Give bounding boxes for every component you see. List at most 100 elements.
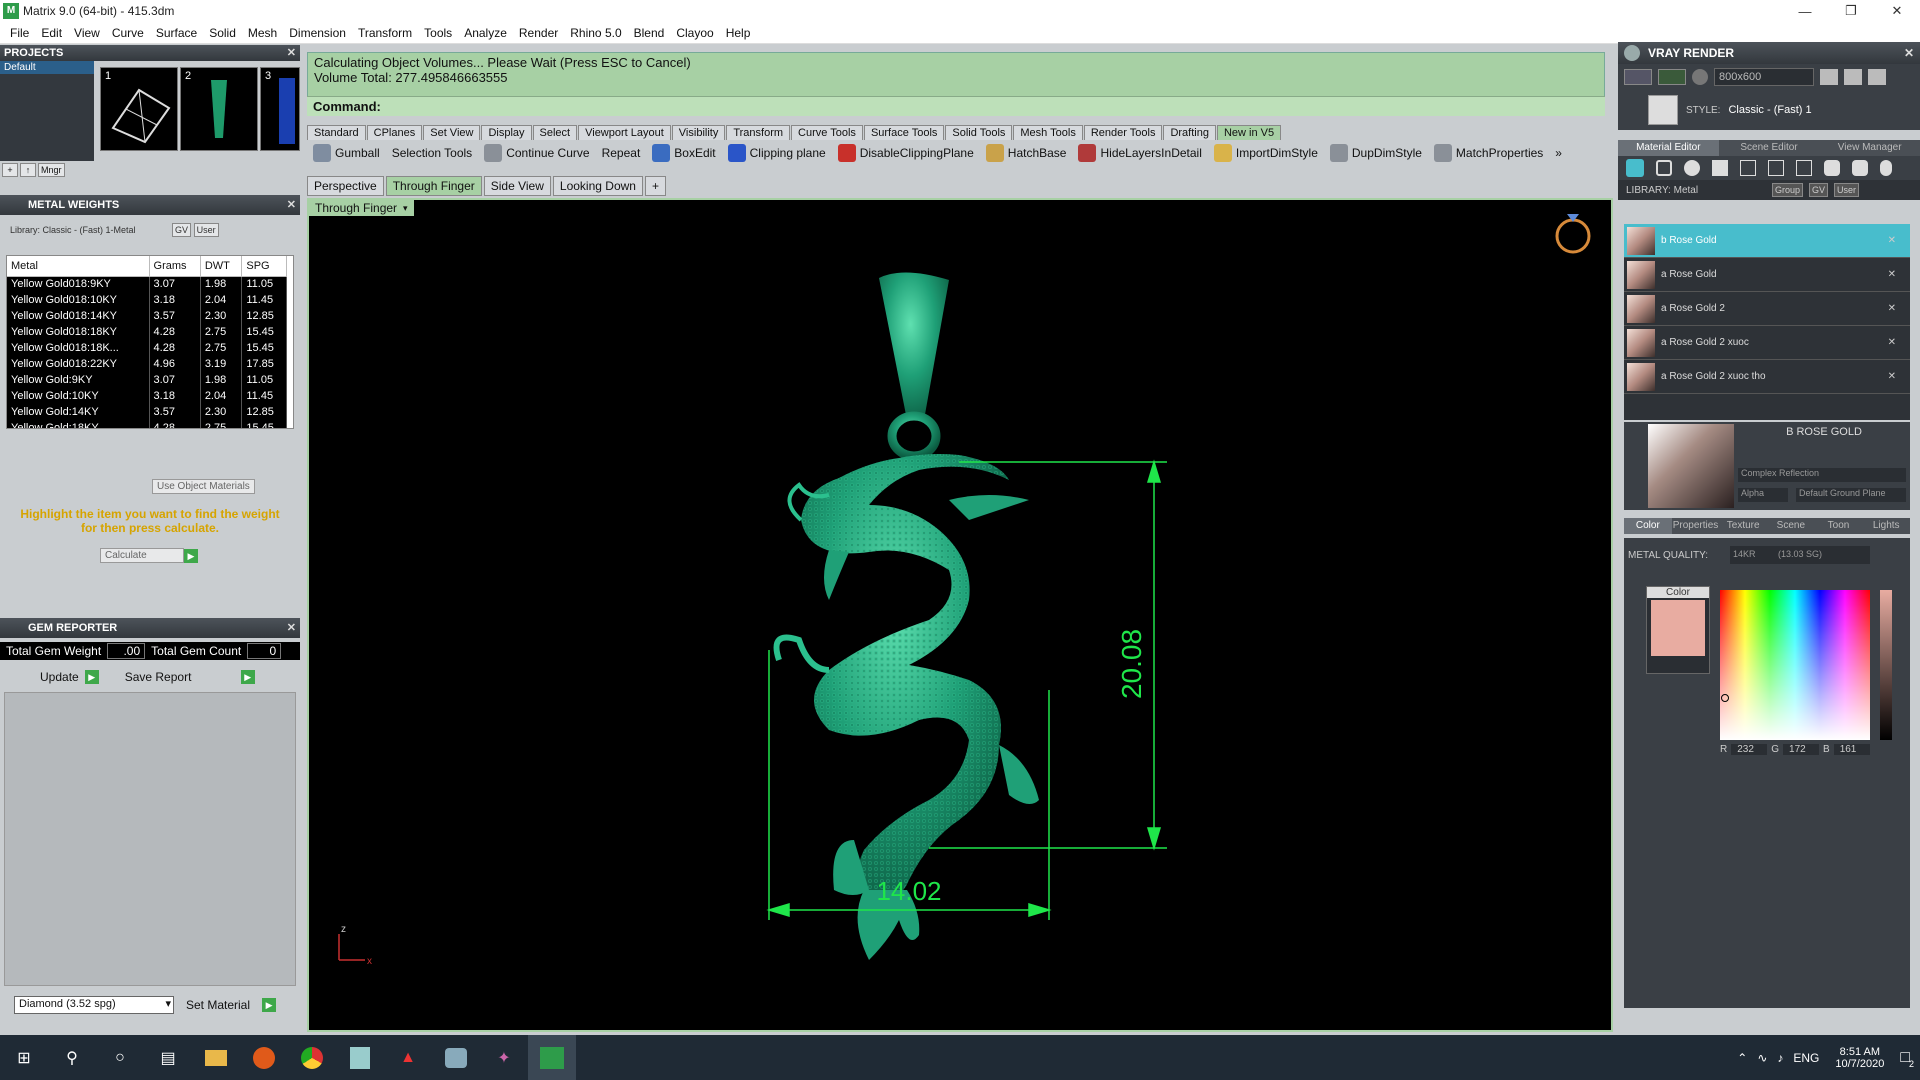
col-spg[interactable]: SPG [241,256,287,277]
close-icon[interactable]: ✕ [1874,0,1920,22]
tab-view-manager[interactable]: View Manager [1819,140,1920,156]
r-input[interactable]: 232 [1731,744,1768,755]
save-report-button[interactable]: Save Report [125,670,235,684]
selection-tools-button[interactable]: Selection Tools [392,146,473,160]
add-view-button[interactable]: + [644,176,666,196]
gumball-button[interactable]: Gumball [313,144,380,162]
disable-clipping-plane-button[interactable]: DisableClippingPlane [837,144,974,162]
user-button[interactable]: User [193,223,219,237]
tab-scene-editor[interactable]: Scene Editor [1719,140,1820,156]
app-icon[interactable] [240,1035,288,1080]
use-object-materials-button[interactable]: Use Object Materials [152,479,255,494]
menu-mesh[interactable]: Mesh [242,26,283,40]
light-icon[interactable] [1880,160,1892,176]
ground-plane-select[interactable]: Default Ground Plane [1796,488,1906,502]
gv-button[interactable]: GV [1809,183,1829,197]
project-thumb-2[interactable]: 2 [180,67,258,151]
clock[interactable]: 8:51 AM 10/7/2020 [1835,1046,1884,1070]
table-row[interactable]: Yellow Gold018:18K... 4.28 2.75 15.45 [7,340,287,356]
dup-dimstyle-button[interactable]: DupDimStyle [1329,144,1422,162]
table-row[interactable]: Yellow Gold018:10KY 3.18 2.04 11.45 [7,292,287,308]
menu-render[interactable]: Render [513,26,564,40]
search-icon[interactable]: ⚲ [48,1035,96,1080]
match-properties-button[interactable]: MatchProperties [1433,144,1543,162]
close-icon[interactable]: ✕ [1888,235,1896,246]
up-project-button[interactable]: ↑ [20,163,36,177]
menu-blend[interactable]: Blend [628,26,671,40]
tab-toon[interactable]: Toon [1815,518,1863,534]
import-dimstyle-button[interactable]: ImportDimStyle [1213,144,1318,162]
menu-analyze[interactable]: Analyze [458,26,513,40]
network-app-icon[interactable]: ✦ [480,1035,528,1080]
menu-view[interactable]: View [68,26,106,40]
material-item[interactable]: a Rose Gold 2 ✕ [1624,292,1910,326]
menu-curve[interactable]: Curve [106,26,150,40]
calculate-button[interactable]: Calculate [100,548,184,563]
render-mode-icon[interactable] [1624,69,1652,85]
col-metal[interactable]: Metal [7,256,150,277]
metal-weights-table[interactable]: Metal Grams DWT SPG Yellow Gold018:9KY 3.… [6,255,294,429]
add-project-button[interactable]: + [2,163,18,177]
table-row[interactable]: Yellow Gold:14KY 3.57 2.30 12.85 [7,404,287,420]
menu-help[interactable]: Help [720,26,757,40]
command-input[interactable]: Command: [307,96,1605,116]
gem-category-icon[interactable] [1656,160,1672,176]
metal-category-icon[interactable] [1626,159,1644,177]
tab-mesh-tools[interactable]: Mesh Tools [1013,125,1083,140]
col-dwt[interactable]: DWT [200,256,243,277]
tab-transform[interactable]: Transform [726,125,791,140]
clipping-plane-button[interactable]: Clipping plane [727,144,826,162]
minimize-icon[interactable]: — [1782,0,1828,22]
project-list[interactable]: Default [0,61,94,161]
continue-curve-button[interactable]: Continue Curve [484,144,590,162]
tab-visibility[interactable]: Visibility [671,125,726,140]
boxedit-button[interactable]: BoxEdit [652,144,716,162]
close-icon[interactable]: ✕ [287,45,296,61]
b-input[interactable]: 161 [1833,744,1870,755]
material-item[interactable]: a Rose Gold 2 xuoc tho ✕ [1624,360,1910,394]
table-row[interactable]: Yellow Gold018:9KY 3.07 1.98 11.05 [7,276,287,292]
pattern-icon[interactable] [1768,160,1784,176]
tab-color[interactable]: Color [1624,518,1672,534]
notification-icon[interactable]: □ 2 [1900,1049,1914,1069]
file-explorer-icon[interactable] [192,1035,240,1080]
menu-surface[interactable]: Surface [150,26,203,40]
menu-solid[interactable]: Solid [203,26,242,40]
close-icon[interactable]: ✕ [1888,269,1896,280]
set-material-button[interactable]: Set Material [186,998,250,1012]
tab-new-in-v5[interactable]: New in V5 [1216,125,1282,140]
viewport[interactable]: Through Finger ▾ 20.08 14.02 z x [307,198,1613,1032]
project-thumb-3[interactable]: 3 [260,67,300,151]
project-item-default[interactable]: Default [0,61,94,74]
tab-properties[interactable]: Properties [1672,518,1720,534]
restore-icon[interactable]: ❐ [1828,0,1874,22]
tab-texture[interactable]: Texture [1719,518,1767,534]
tab-solid-tools[interactable]: Solid Tools [945,125,1013,140]
tab-lights[interactable]: Lights [1862,518,1910,534]
matrix-icon[interactable] [528,1035,576,1080]
windows-start-icon[interactable]: ⊞ [0,1035,48,1080]
more-tools-button[interactable]: » [1555,146,1562,160]
tab-display[interactable]: Display [481,125,532,140]
brush-icon[interactable] [1824,160,1840,176]
render-mode-icon[interactable] [1658,69,1686,85]
volume-icon[interactable]: ♪ [1777,1051,1783,1065]
close-icon[interactable]: ✕ [287,195,296,215]
repeat-button[interactable]: Repeat [602,146,641,160]
rhino-icon[interactable]: ▲ [384,1035,432,1080]
col-grams[interactable]: Grams [149,256,201,277]
close-icon[interactable]: ✕ [1888,371,1896,382]
material-item[interactable]: b Rose Gold ✕ [1624,224,1910,258]
wifi-icon[interactable]: ∿ [1757,1051,1767,1065]
cortana-icon[interactable]: ○ [96,1035,144,1080]
language-indicator[interactable]: ENG [1793,1051,1819,1065]
tab-curve-tools[interactable]: Curve Tools [791,125,863,140]
table-row[interactable]: Yellow Gold018:22KY 4.96 3.19 17.85 [7,356,287,372]
table-row[interactable]: Yellow Gold:10KY 3.18 2.04 11.45 [7,388,287,404]
menu-edit[interactable]: Edit [35,26,68,40]
table-row[interactable]: Yellow Gold018:18KY 4.28 2.75 15.45 [7,324,287,340]
brightness-slider[interactable] [1880,590,1892,740]
alpha-toggle[interactable]: Alpha [1738,488,1788,502]
material-item[interactable]: a Rose Gold 2 xuoc ✕ [1624,326,1910,360]
material-item[interactable]: a Rose Gold ✕ [1624,258,1910,292]
